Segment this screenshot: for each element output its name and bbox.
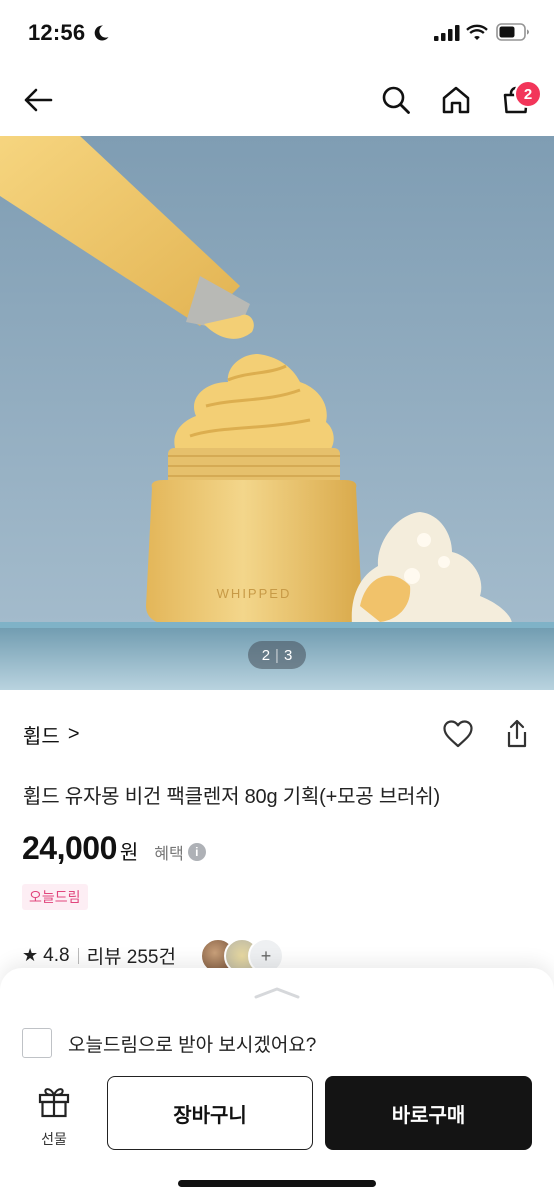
price-value: 24,000 [22, 830, 117, 866]
status-bar: 12:56 [0, 0, 554, 68]
home-indicator [178, 1180, 376, 1187]
gift-icon [37, 1084, 71, 1123]
divider [77, 947, 79, 964]
rating-value: 4.8 [43, 944, 70, 966]
wishlist-heart-icon[interactable] [440, 716, 476, 752]
product-photo: WHIPPED [0, 136, 554, 690]
benefit-link[interactable]: 혜택 i [154, 840, 206, 864]
price-currency: 원 [119, 842, 139, 864]
page-separator: | [275, 646, 279, 664]
top-nav-bar [0, 68, 554, 134]
home-icon[interactable] [438, 82, 474, 118]
moon-icon [92, 24, 110, 47]
product-title: 휩드 유자몽 비건 팩클렌저 80g 기획(+모공 브러쉬) [23, 786, 440, 808]
purchase-bottom-sheet: 오늘드림으로 받아 보시겠어요? 선물 장바구니 바로구매 [0, 968, 554, 1200]
gift-button[interactable]: 선물 [30, 1084, 78, 1147]
status-time: 12:56 [28, 20, 86, 45]
benefit-label: 혜택 [154, 846, 184, 863]
wifi-icon [466, 24, 488, 46]
review-count: 리뷰 255건 [86, 947, 176, 968]
signal-icon [434, 25, 460, 46]
back-arrow-icon[interactable] [20, 82, 56, 118]
today-delivery-badge: 오늘드림 [22, 884, 88, 910]
sheet-handle-chevron-icon[interactable] [252, 986, 302, 1005]
today-delivery-checkbox[interactable] [22, 1028, 52, 1058]
add-to-cart-button[interactable]: 장바구니 [107, 1076, 313, 1150]
battery-icon [496, 23, 530, 46]
price-row: 24,000 원 혜택 i [22, 830, 206, 867]
page-current: 2 [261, 646, 271, 664]
brand-link[interactable]: 휩드 > [23, 720, 80, 749]
page-total: 3 [283, 646, 293, 664]
info-icon: i [187, 843, 206, 861]
today-delivery-label: 오늘드림으로 받아 보시겠어요? [68, 1034, 317, 1056]
brand-name: 휩드 [23, 726, 60, 748]
gift-label: 선물 [41, 1131, 67, 1147]
image-page-indicator: 2 | 3 [248, 641, 306, 669]
rating-row[interactable]: ★ 4.8 리뷰 255건 [22, 942, 176, 969]
cart-count-badge: 2 [514, 80, 542, 108]
buy-now-button[interactable]: 바로구매 [325, 1076, 532, 1150]
search-icon[interactable] [378, 82, 414, 118]
product-image-carousel[interactable]: WHIPPED [0, 136, 554, 690]
today-delivery-option[interactable]: 오늘드림으로 받아 보시겠어요? [22, 1028, 316, 1058]
jar-print: WHIPPED [217, 586, 292, 601]
star-icon: ★ [22, 945, 39, 965]
chevron-right-icon: > [67, 723, 80, 745]
share-icon[interactable] [500, 716, 534, 752]
